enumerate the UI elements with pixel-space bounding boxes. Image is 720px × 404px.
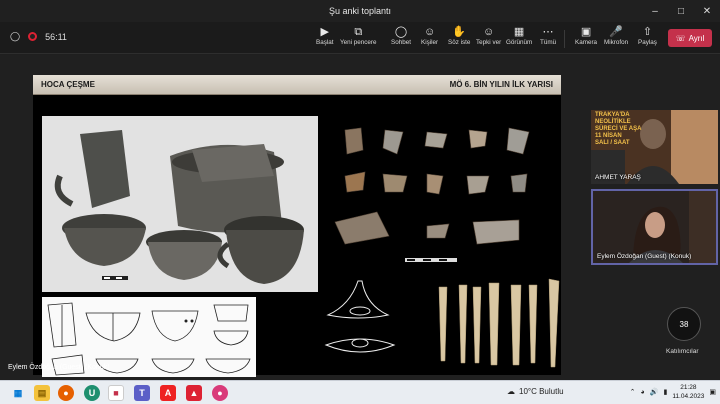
windows-start-icon[interactable]: ▦ [10, 385, 26, 401]
window-title: Şu anki toplantı [328, 6, 392, 16]
more-icon: ⋯ [542, 26, 554, 38]
microphone-button[interactable]: 🎤 Mikrofon [604, 25, 628, 53]
pdf-icon[interactable]: A [160, 385, 176, 401]
participants-label: Katılımcılar [666, 348, 699, 355]
slide-right-title: MÖ 6. BİN YILIN İLK YARISI [449, 80, 553, 89]
poster-text: TRAKYA'DA NEOLİTİKLE SÜRECİ VE AŞA 11 Nİ… [595, 112, 642, 146]
cloud-icon: ☁ [507, 387, 515, 396]
share-button[interactable]: ⇧ Paylaş [638, 25, 657, 53]
view-button[interactable]: ▦ Görünüm [506, 25, 532, 53]
new-window-button[interactable]: ⧉ Yeni pencere [340, 25, 377, 53]
window-titlebar: Şu anki toplantı – □ ✕ [0, 0, 720, 22]
app-icon[interactable]: ▲ [186, 385, 202, 401]
meeting-status: ◯ 56:11 [10, 31, 67, 42]
participant-tile[interactable]: TRAKYA'DA NEOLİTİKLE SÜRECİ VE AŞA 11 Nİ… [591, 110, 718, 184]
camera-off-icon: ▣ [580, 26, 592, 38]
slide-header: HOCA ÇEŞME MÖ 6. BİN YILIN İLK YARISI [33, 75, 561, 95]
sherd-photos [323, 120, 555, 280]
weather-widget[interactable]: ☁ 10°C Bulutlu [507, 387, 564, 396]
share-icon: ⇧ [642, 26, 653, 38]
start-button[interactable]: ▶ Başlat [316, 25, 334, 53]
participant-count: 38 [679, 319, 689, 329]
notification-icon[interactable]: ▣ [709, 388, 716, 396]
window-controls: – □ ✕ [642, 0, 720, 22]
app-icon[interactable]: U [84, 385, 100, 401]
battery-icon[interactable]: ▮ [663, 388, 667, 396]
firefox-icon[interactable]: ● [58, 385, 74, 401]
participant-name: Eylem Özdoğan (Guest) (Konuk) [597, 253, 692, 260]
artifact-drawings [318, 275, 414, 371]
chat-icon: ◯ [394, 26, 408, 38]
shared-slide: HOCA ÇEŞME MÖ 6. BİN YILIN İLK YARISI [33, 75, 561, 377]
toolbar-divider [564, 30, 565, 48]
people-icon: ☺ [423, 26, 436, 38]
maximize-button[interactable]: □ [668, 0, 694, 22]
participant-name: AHMET YARAŞ [595, 174, 641, 181]
teams-icon[interactable]: T [134, 385, 150, 401]
meeting-stage: HOCA ÇEŞME MÖ 6. BİN YILIN İLK YARISI TR… [0, 55, 720, 380]
view-icon: ▦ [513, 26, 525, 38]
active-speaker-tile[interactable]: Eylem Özdoğan (Guest) (Konuk) [591, 189, 718, 265]
file-explorer-icon[interactable]: ▤ [34, 385, 50, 401]
leave-button[interactable]: ☏ Ayrıl [668, 29, 712, 47]
react-button[interactable]: ☺ Tepki ver [476, 25, 501, 53]
meeting-timer: 56:11 [45, 31, 67, 42]
system-clock[interactable]: 21:28 11.04.2023 [672, 383, 704, 401]
participants-button[interactable]: 38 [667, 307, 701, 341]
slide-left-title: HOCA ÇEŞME [41, 80, 95, 89]
mic-off-icon: 🎤 [609, 26, 623, 38]
raise-hand-icon: ✋ [452, 26, 467, 38]
app-icon[interactable]: ■ [108, 385, 124, 401]
windows-taskbar: ▦ ▤ ● U ■ T A ▲ ● ☁ 10°C Bulutlu ⌃ ◕ 🔊 ▮… [0, 380, 720, 404]
raise-hand-button[interactable]: ✋ Söz iste [448, 25, 470, 53]
minimize-button[interactable]: – [642, 0, 668, 22]
bone-tools-photo [401, 277, 561, 375]
phone-icon: ☏ [675, 33, 686, 43]
recording-icon [28, 32, 38, 41]
meeting-toolbar: ◯ 56:11 ▶ Başlat ⧉ Yeni pencere ◯ Sohbet… [0, 22, 720, 54]
network-icon[interactable]: ◕ [641, 389, 645, 396]
new-window-icon: ⧉ [354, 26, 363, 38]
presenter-caption: Eylem Özdoğan (Guest) (Konuk) [8, 364, 110, 371]
start-icon: ▶ [320, 26, 329, 38]
app-icon[interactable]: ● [212, 385, 228, 401]
react-icon: ☺ [482, 26, 495, 38]
system-tray: ⌃ ◕ 🔊 ▮ 21:28 11.04.2023 ▣ [630, 383, 716, 401]
people-button[interactable]: ☺ Kişiler [421, 25, 438, 53]
close-button[interactable]: ✕ [694, 0, 720, 22]
volume-icon[interactable]: 🔊 [650, 388, 659, 396]
more-button[interactable]: ⋯ Tümü [540, 25, 556, 53]
chat-button[interactable]: ◯ Sohbet [391, 25, 411, 53]
shield-icon: ◯ [10, 31, 21, 41]
pottery-photo [42, 116, 318, 292]
chevron-up-icon[interactable]: ⌃ [630, 388, 636, 396]
camera-button[interactable]: ▣ Kamera [575, 25, 597, 53]
